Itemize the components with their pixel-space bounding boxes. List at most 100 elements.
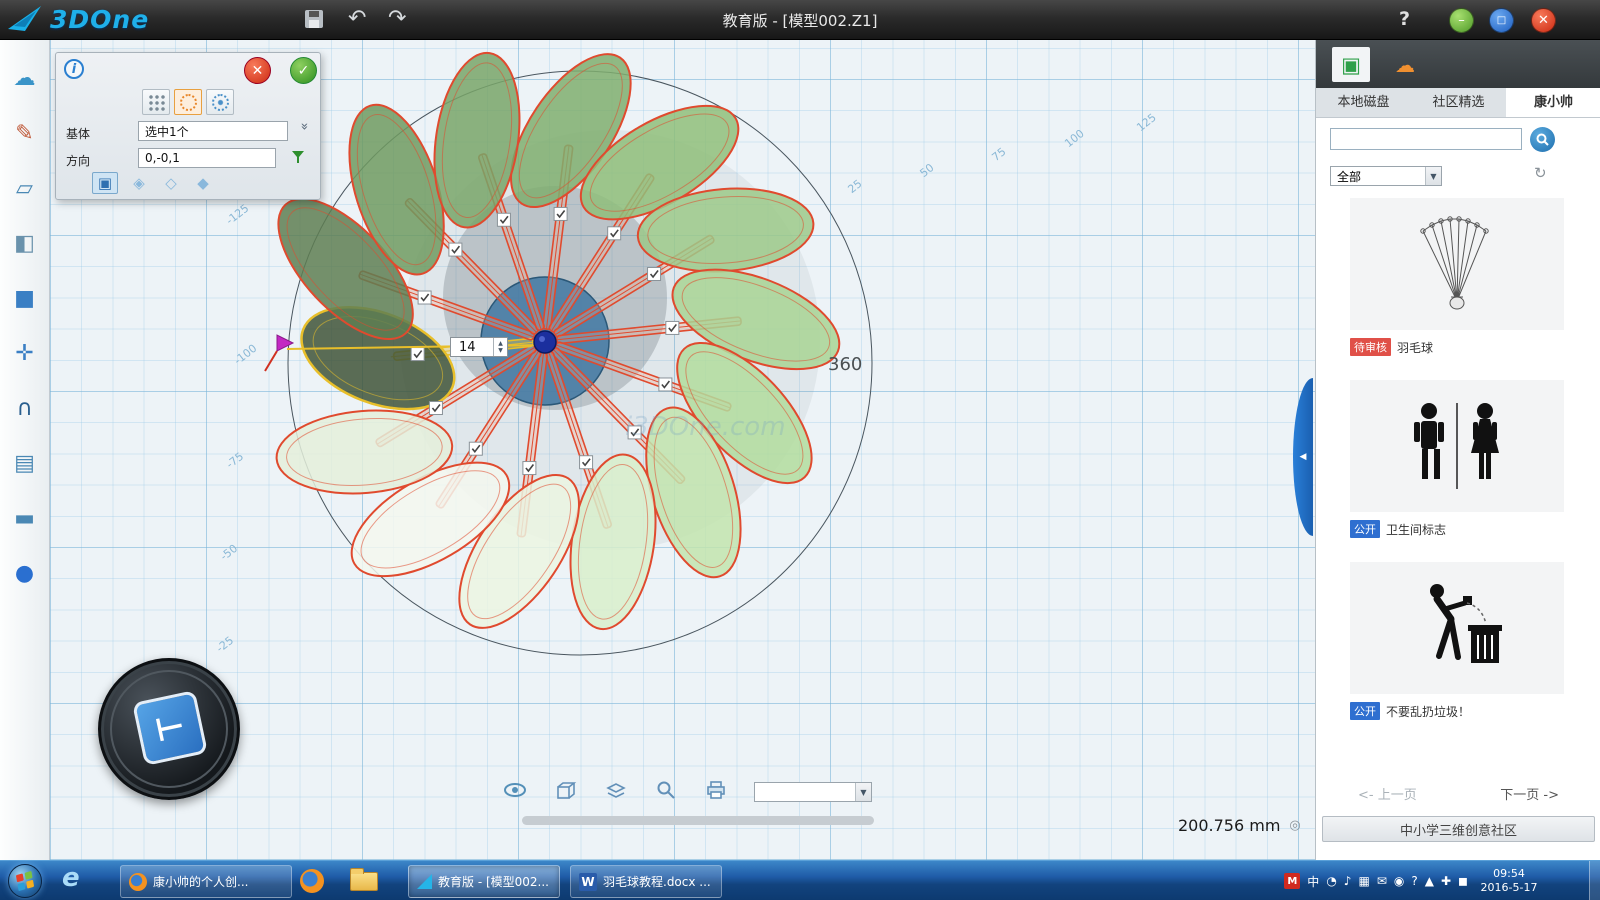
panel-collapse-button[interactable]: ◀ — [1293, 378, 1313, 536]
boolean-add-button[interactable]: ▣ — [92, 172, 118, 194]
solid-cube-icon[interactable]: ■ — [8, 282, 42, 314]
tray-icon-3[interactable]: ▦ — [1358, 874, 1369, 888]
pattern-instance[interactable] — [487, 40, 776, 372]
close-button[interactable]: ✕ — [1531, 8, 1556, 33]
material-sphere-icon[interactable]: ● — [8, 557, 42, 589]
spinner-up-icon[interactable]: ▲ — [498, 340, 503, 347]
pattern-checkbox[interactable] — [449, 243, 462, 256]
pattern-instance[interactable] — [476, 328, 716, 658]
tray-icon-5[interactable]: ◉ — [1394, 874, 1404, 888]
cancel-button[interactable]: ✕ — [244, 57, 271, 84]
move-tool-icon[interactable]: ✛ — [8, 337, 42, 369]
start-button[interactable] — [8, 864, 42, 898]
tray-icon-2[interactable]: ♪ — [1344, 874, 1352, 888]
confirm-button[interactable]: ✓ — [290, 57, 317, 84]
point-pattern-button[interactable] — [206, 89, 234, 115]
refresh-icon[interactable]: ↻ — [1534, 164, 1547, 182]
model-card-1[interactable]: 公开卫生间标志 — [1350, 380, 1564, 538]
pattern-instance[interactable] — [274, 67, 591, 386]
show-desktop-button[interactable] — [1589, 861, 1600, 900]
spinner-arrows[interactable]: ▲ ▼ — [493, 338, 507, 356]
pattern-instance[interactable] — [530, 273, 861, 518]
pattern-instance[interactable] — [228, 164, 559, 409]
measure-target-icon[interactable]: ◎ — [1289, 818, 1300, 833]
tray-icon-4[interactable]: ✉ — [1377, 874, 1387, 888]
tray-icon-6[interactable]: ? — [1411, 874, 1417, 888]
display-mode-cube-icon[interactable] — [554, 780, 578, 804]
pattern-instance[interactable] — [242, 282, 575, 568]
print-icon[interactable] — [704, 780, 728, 804]
taskbar-button-0[interactable]: 康小帅的个人创... — [120, 865, 292, 898]
pattern-instance[interactable] — [431, 344, 619, 657]
pattern-count-input[interactable]: 14 ▲ ▼ — [450, 337, 508, 357]
firefox-icon[interactable] — [300, 869, 324, 893]
taskbar-button-1[interactable]: 教育版 - [模型002... — [408, 865, 560, 898]
library-tab-icon[interactable]: ▣ — [1332, 47, 1370, 82]
search-input[interactable] — [1330, 128, 1522, 150]
view-cube[interactable]: ⊢ — [98, 658, 240, 800]
tray-icon-9[interactable]: ◼ — [1458, 874, 1468, 888]
pattern-instance[interactable] — [515, 114, 848, 400]
boolean-keep-button[interactable]: ◆ — [190, 172, 216, 194]
category-filter[interactable]: 全部 ▼ — [1330, 166, 1442, 186]
pattern-checkbox[interactable] — [648, 267, 661, 280]
direction-arrow[interactable] — [277, 335, 293, 351]
sketch-plane-icon[interactable]: ▱ — [8, 172, 42, 204]
direction-field[interactable]: 0,-0,1 — [138, 148, 276, 168]
explorer-folder-icon[interactable] — [350, 872, 378, 891]
pattern-checkbox[interactable] — [411, 348, 424, 361]
expand-chevron-icon[interactable]: » — [296, 123, 311, 131]
cloud-import-icon[interactable]: ☁ — [8, 62, 42, 94]
model-card-2[interactable]: 公开不要乱扔垃圾！ — [1350, 562, 1564, 720]
view-cube-face[interactable]: ⊢ — [132, 690, 208, 766]
tray-icon-7[interactable]: ▲ — [1425, 874, 1434, 888]
panel-tab-1[interactable]: 社区精选 — [1411, 88, 1506, 117]
community-home-button[interactable]: 中小学三维创意社区 — [1322, 816, 1595, 842]
assembly-icon[interactable]: ▤ — [8, 447, 42, 479]
visibility-eye-icon[interactable] — [502, 780, 528, 804]
layers-icon[interactable] — [604, 780, 628, 804]
spinner-down-icon[interactable]: ▼ — [498, 347, 503, 354]
boolean-subtract-button[interactable]: ◈ — [126, 172, 152, 194]
maximize-button[interactable]: □ — [1489, 8, 1514, 33]
pattern-checkbox[interactable] — [469, 442, 482, 455]
pattern-count-value[interactable]: 14 — [451, 340, 493, 355]
prev-page-link[interactable]: <- 上一页 — [1358, 784, 1417, 803]
model-card-0[interactable]: 待审核羽毛球 — [1350, 198, 1564, 356]
tray-icon-8[interactable]: ✚ — [1441, 874, 1451, 888]
circular-pattern-button[interactable] — [174, 89, 202, 115]
cloud-tab-icon[interactable]: ☁ — [1390, 51, 1420, 79]
taskbar-button-2[interactable]: W羽毛球教程.docx ... — [570, 865, 722, 898]
panel-tab-0[interactable]: 本地磁盘 — [1316, 88, 1411, 117]
pattern-checkbox[interactable] — [554, 207, 567, 220]
combo-dropdown-icon[interactable]: ▼ — [855, 783, 871, 801]
tray-icon-0[interactable]: 中 — [1307, 873, 1319, 890]
ie-icon[interactable]: e — [62, 863, 80, 893]
minimize-button[interactable]: – — [1449, 8, 1474, 33]
boolean-intersect-button[interactable]: ◇ — [158, 172, 184, 194]
pattern-checkbox[interactable] — [608, 227, 621, 240]
tray-icon-1[interactable]: ◔ — [1326, 874, 1336, 888]
horizontal-scrollbar[interactable] — [522, 816, 874, 825]
paint-render-icon[interactable]: ✎ — [8, 117, 42, 149]
linear-pattern-button[interactable] — [142, 89, 170, 115]
filter-dropdown-icon[interactable]: ▼ — [1425, 167, 1441, 185]
next-page-link[interactable]: 下一页 -> — [1500, 784, 1559, 803]
pattern-checkbox[interactable] — [418, 291, 431, 304]
pattern-instance[interactable] — [314, 310, 603, 643]
panel-tab-2[interactable]: 康小帅 — [1506, 88, 1600, 117]
help-button[interactable]: ? — [1399, 8, 1410, 30]
pattern-checkbox[interactable] — [659, 378, 672, 391]
pattern-checkbox[interactable] — [497, 213, 510, 226]
pattern-checkbox[interactable] — [429, 402, 442, 415]
pattern-instance[interactable] — [471, 40, 659, 338]
pattern-checkbox[interactable] — [523, 462, 536, 475]
zoom-icon[interactable] — [654, 780, 678, 804]
magnet-tool-icon[interactable]: ∩ — [8, 392, 42, 424]
pattern-checkbox[interactable] — [580, 456, 593, 469]
eraser-icon[interactable]: ◧ — [8, 227, 42, 259]
pattern-instance[interactable] — [499, 296, 816, 615]
taskbar-clock[interactable]: 09:54 2016-5-17 — [1476, 867, 1542, 895]
pick-direction-icon[interactable] — [290, 149, 306, 168]
viewport-canvas[interactable]: i3DOne.com 360 14 ▲ ▼ i ✕ ✓ 基体 选中1个 » 方向… — [50, 40, 1315, 860]
